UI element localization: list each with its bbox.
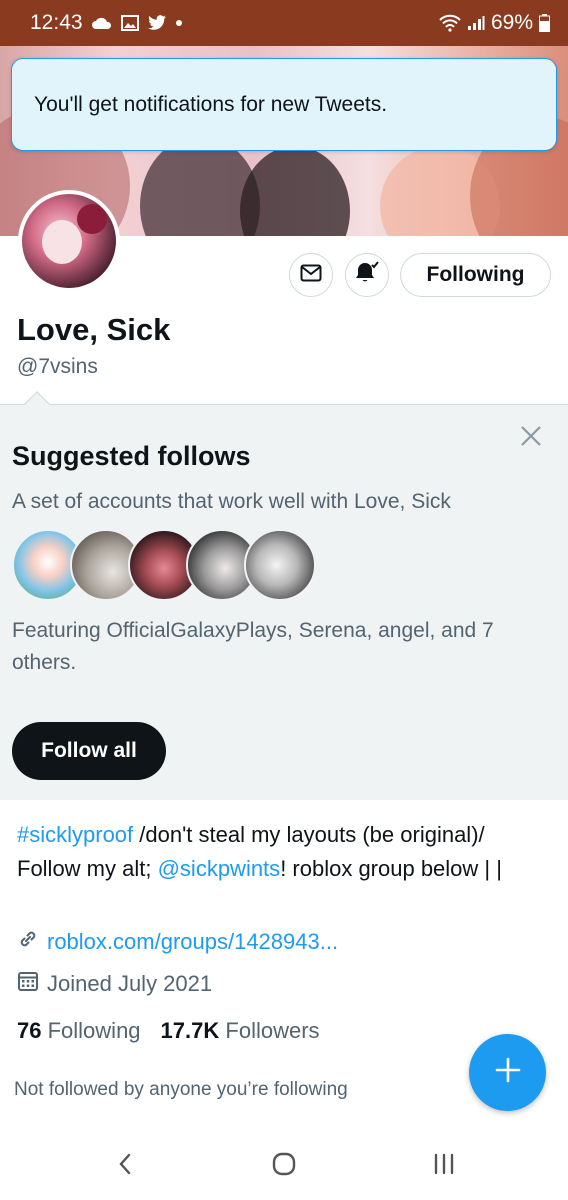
calendar-icon	[17, 970, 39, 998]
notifications-button[interactable]	[345, 253, 389, 297]
bell-check-icon	[354, 260, 380, 291]
featuring-text: Featuring OfficialGalaxyPlays, Serena, a…	[12, 619, 494, 674]
followers-label: Followers	[225, 1018, 320, 1043]
follow-stats: 76 Following 17.7K Followers	[17, 1018, 320, 1044]
suggested-avatar[interactable]	[244, 529, 316, 601]
wifi-icon	[439, 14, 461, 32]
website-row: roblox.com/groups/1428943...	[17, 928, 338, 956]
profile-name: Love, Sick	[17, 312, 171, 347]
back-button[interactable]	[105, 1150, 145, 1182]
system-nav-bar	[0, 1130, 568, 1200]
cloud-icon	[91, 16, 113, 30]
profile-avatar[interactable]	[18, 190, 120, 292]
bio-text: ! roblox group below | |	[280, 856, 502, 881]
followers-count: 17.7K	[160, 1018, 220, 1043]
following-count: 76	[17, 1018, 42, 1043]
compose-tweet-button[interactable]	[469, 1034, 546, 1111]
status-bar: 12:43 69%	[0, 0, 568, 46]
followers-stat[interactable]: 17.7K Followers	[161, 1018, 320, 1044]
website-link[interactable]: roblox.com/groups/1428943...	[47, 929, 338, 955]
suggested-title: Suggested follows	[12, 441, 251, 471]
profile-handle: @7vsins	[17, 355, 98, 378]
envelope-icon	[300, 264, 322, 287]
joined-date: Joined July 2021	[47, 971, 213, 996]
clock: 12:43	[30, 11, 83, 34]
suggested-avatars[interactable]	[12, 529, 316, 603]
toast-text: You'll get notifications for new Tweets.	[34, 92, 388, 116]
battery-icon	[539, 14, 550, 32]
following-stat[interactable]: 76 Following	[17, 1018, 141, 1044]
battery-percent: 69%	[490, 11, 533, 34]
plus-icon	[494, 1056, 522, 1089]
close-icon[interactable]	[518, 423, 544, 449]
hashtag-link[interactable]: #sicklyproof	[17, 822, 133, 847]
following-button[interactable]: Following	[400, 253, 551, 297]
joined-row: Joined July 2021	[17, 970, 212, 998]
home-circle-icon	[271, 1151, 297, 1182]
recents-button[interactable]	[424, 1150, 464, 1182]
recents-icon	[431, 1152, 457, 1181]
follow-all-button[interactable]: Follow all	[12, 722, 166, 780]
card-caret	[24, 391, 50, 417]
not-followed-text: Not followed by anyone you’re following	[14, 1079, 348, 1100]
suggested-follows-card: Suggested follows A set of accounts that…	[0, 391, 568, 800]
twitter-bird-icon	[147, 15, 167, 31]
mention-link[interactable]: @sickpwints	[158, 856, 281, 881]
profile-bio: #sicklyproof /don't steal my layouts (be…	[17, 818, 547, 886]
message-button[interactable]	[289, 253, 333, 297]
suggested-subtitle: A set of accounts that work well with Lo…	[12, 490, 451, 513]
following-label: Following	[47, 1018, 141, 1043]
gallery-icon	[120, 15, 139, 31]
link-icon	[17, 928, 39, 956]
signal-icon	[467, 15, 485, 31]
back-chevron-icon	[117, 1152, 133, 1181]
home-button[interactable]	[264, 1150, 304, 1182]
dot-icon	[175, 19, 183, 27]
notification-toast: You'll get notifications for new Tweets.	[11, 58, 557, 151]
